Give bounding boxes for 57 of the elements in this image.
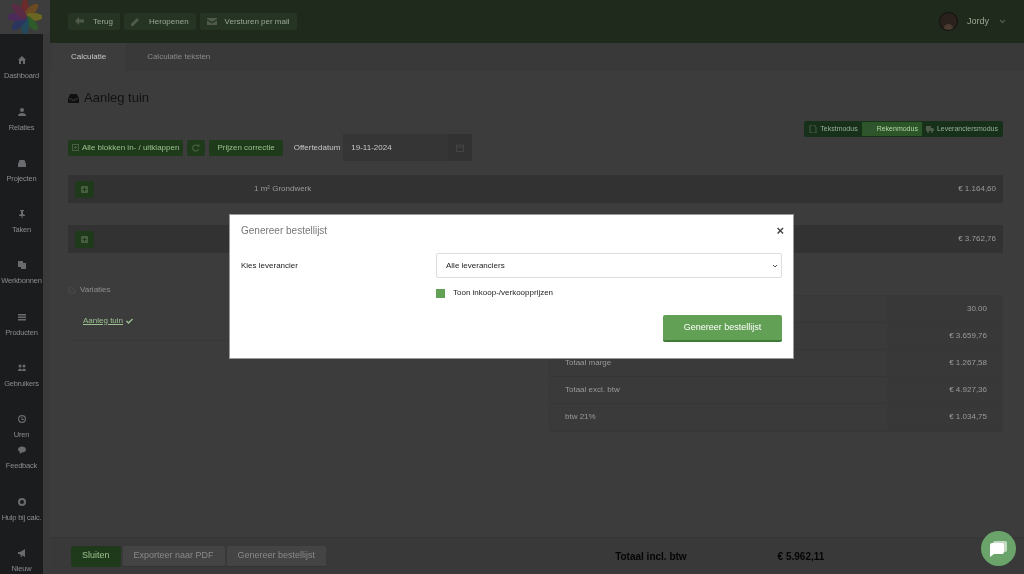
supplier-select[interactable]: Alle leveranciers [436,253,782,278]
arrow-left-icon [75,17,85,26]
user-icon[interactable] [17,107,26,116]
toolbar-button[interactable]: Terug [68,13,120,30]
truck-icon [925,125,934,133]
block-price: € 3.762,76 [958,233,996,245]
users-icon[interactable] [17,363,26,372]
pin-icon[interactable] [17,210,26,218]
dialog-title: Genereer bestellijst [241,223,328,238]
price-correction-button[interactable]: Prijzen correctie [209,139,283,156]
total-label: btw 21% [565,411,596,423]
close-button[interactable]: × [776,223,784,237]
list-icon[interactable] [17,312,26,321]
total-value: € 4.927,36 [949,384,987,396]
plus-icon [81,235,88,243]
chat-icon [990,540,1007,557]
pencil-icon [131,17,141,26]
checkbox[interactable] [436,288,445,298]
generate-list-button[interactable]: Genereer bestellijst [663,315,782,342]
copy-icon[interactable] [17,261,26,270]
checkbox-label: Toon inkoop-/verkoopprijzen [453,287,554,299]
footer-button[interactable]: Sluiten [71,545,121,567]
toolbar-button[interactable]: Heropenen [124,13,196,30]
block-name: 1 m² Grondwerk [254,183,312,195]
date-field[interactable]: 19-11-2024 [343,134,449,161]
bullhorn-icon[interactable] [17,548,26,557]
chat-icon[interactable] [17,446,26,455]
inbox-icon [68,93,79,103]
flower-logo-icon [8,0,42,35]
user-name[interactable]: Jordy [967,14,989,29]
plus-icon [81,185,88,193]
clock-icon[interactable] [17,415,26,423]
total-label: Totaal excl. btw [565,384,620,396]
tab[interactable]: Calculatie teksten [126,43,231,71]
expand-button[interactable] [75,230,94,248]
envelope-icon [206,17,217,26]
total-value: 30.00 [966,303,987,315]
variation-link[interactable]: Aanleg tuin [83,314,124,327]
total-value: € 1.267,58 [949,357,987,369]
expand-button[interactable] [75,180,94,198]
block-price: € 1.164,60 [958,183,996,195]
date-label: Offertedatum [293,141,341,154]
total-value: € 3.659,76 [949,330,987,342]
collapse-all-button[interactable]: Alle blokken in- / uitklappen [68,139,184,156]
caret-icon [772,263,778,268]
total-label: Totaal marge [565,357,612,369]
field-label: Kies leverancier [241,259,299,272]
total-value: € 1.034,75 [949,411,987,423]
avatar-icon[interactable] [939,12,958,31]
home-icon[interactable] [17,56,26,65]
toolbar-button[interactable]: Versturen per mail [199,13,297,30]
caret-icon[interactable] [999,19,1006,24]
section-heading: Variaties [80,284,111,296]
expand-icon [72,144,79,151]
refresh-icon [192,143,201,152]
inbox-icon[interactable] [17,158,26,167]
document-icon [809,125,818,133]
